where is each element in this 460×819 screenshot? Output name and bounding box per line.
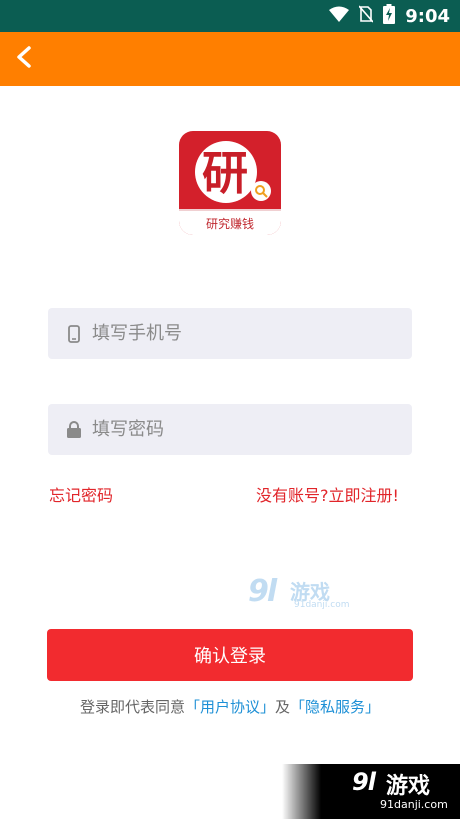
watermark: 9l 游戏 91danji.com: [248, 574, 358, 614]
corner-watermark-logo: 9l: [352, 768, 376, 796]
agreement-conjunction: 及: [275, 698, 291, 716]
agreement-prefix: 登录即代表同意: [79, 698, 185, 716]
corner-watermark-site: 91danji.com: [380, 798, 448, 811]
agreement-text: 登录即代表同意「用户协议」及「隐私服务」: [0, 696, 460, 717]
phone-icon: [66, 323, 82, 345]
status-bar: 9:04: [0, 0, 460, 32]
status-icons: 9:04: [329, 4, 450, 28]
register-link[interactable]: 没有账号?立即注册!: [256, 482, 399, 506]
status-time: 9:04: [405, 5, 450, 27]
watermark-site: 91danji.com: [294, 600, 350, 610]
battery-charging-icon: [383, 4, 396, 28]
corner-watermark: 9l 游戏 91danji.com: [282, 764, 460, 819]
app-logo: 研 研究赚钱: [179, 131, 281, 235]
password-field[interactable]: [48, 404, 412, 455]
logo-caption: 研究赚钱: [179, 209, 281, 235]
phone-field[interactable]: [48, 308, 412, 359]
forgot-password-link[interactable]: 忘记密码: [49, 482, 113, 506]
login-button[interactable]: 确认登录: [47, 629, 413, 681]
lock-icon: [66, 419, 82, 441]
app-bar: [0, 32, 460, 86]
corner-watermark-name: 游戏: [386, 774, 431, 799]
watermark-logo: 9l: [248, 574, 277, 609]
search-icon: [251, 181, 271, 201]
phone-input[interactable]: [92, 323, 392, 344]
privacy-link[interactable]: 「隐私服务」: [290, 698, 380, 716]
no-sim-icon: [358, 5, 374, 27]
password-input[interactable]: [92, 419, 392, 440]
user-agreement-link[interactable]: 「用户协议」: [185, 698, 275, 716]
back-button[interactable]: [8, 43, 40, 75]
back-arrow-icon: [14, 45, 34, 73]
wifi-icon: [329, 6, 350, 26]
